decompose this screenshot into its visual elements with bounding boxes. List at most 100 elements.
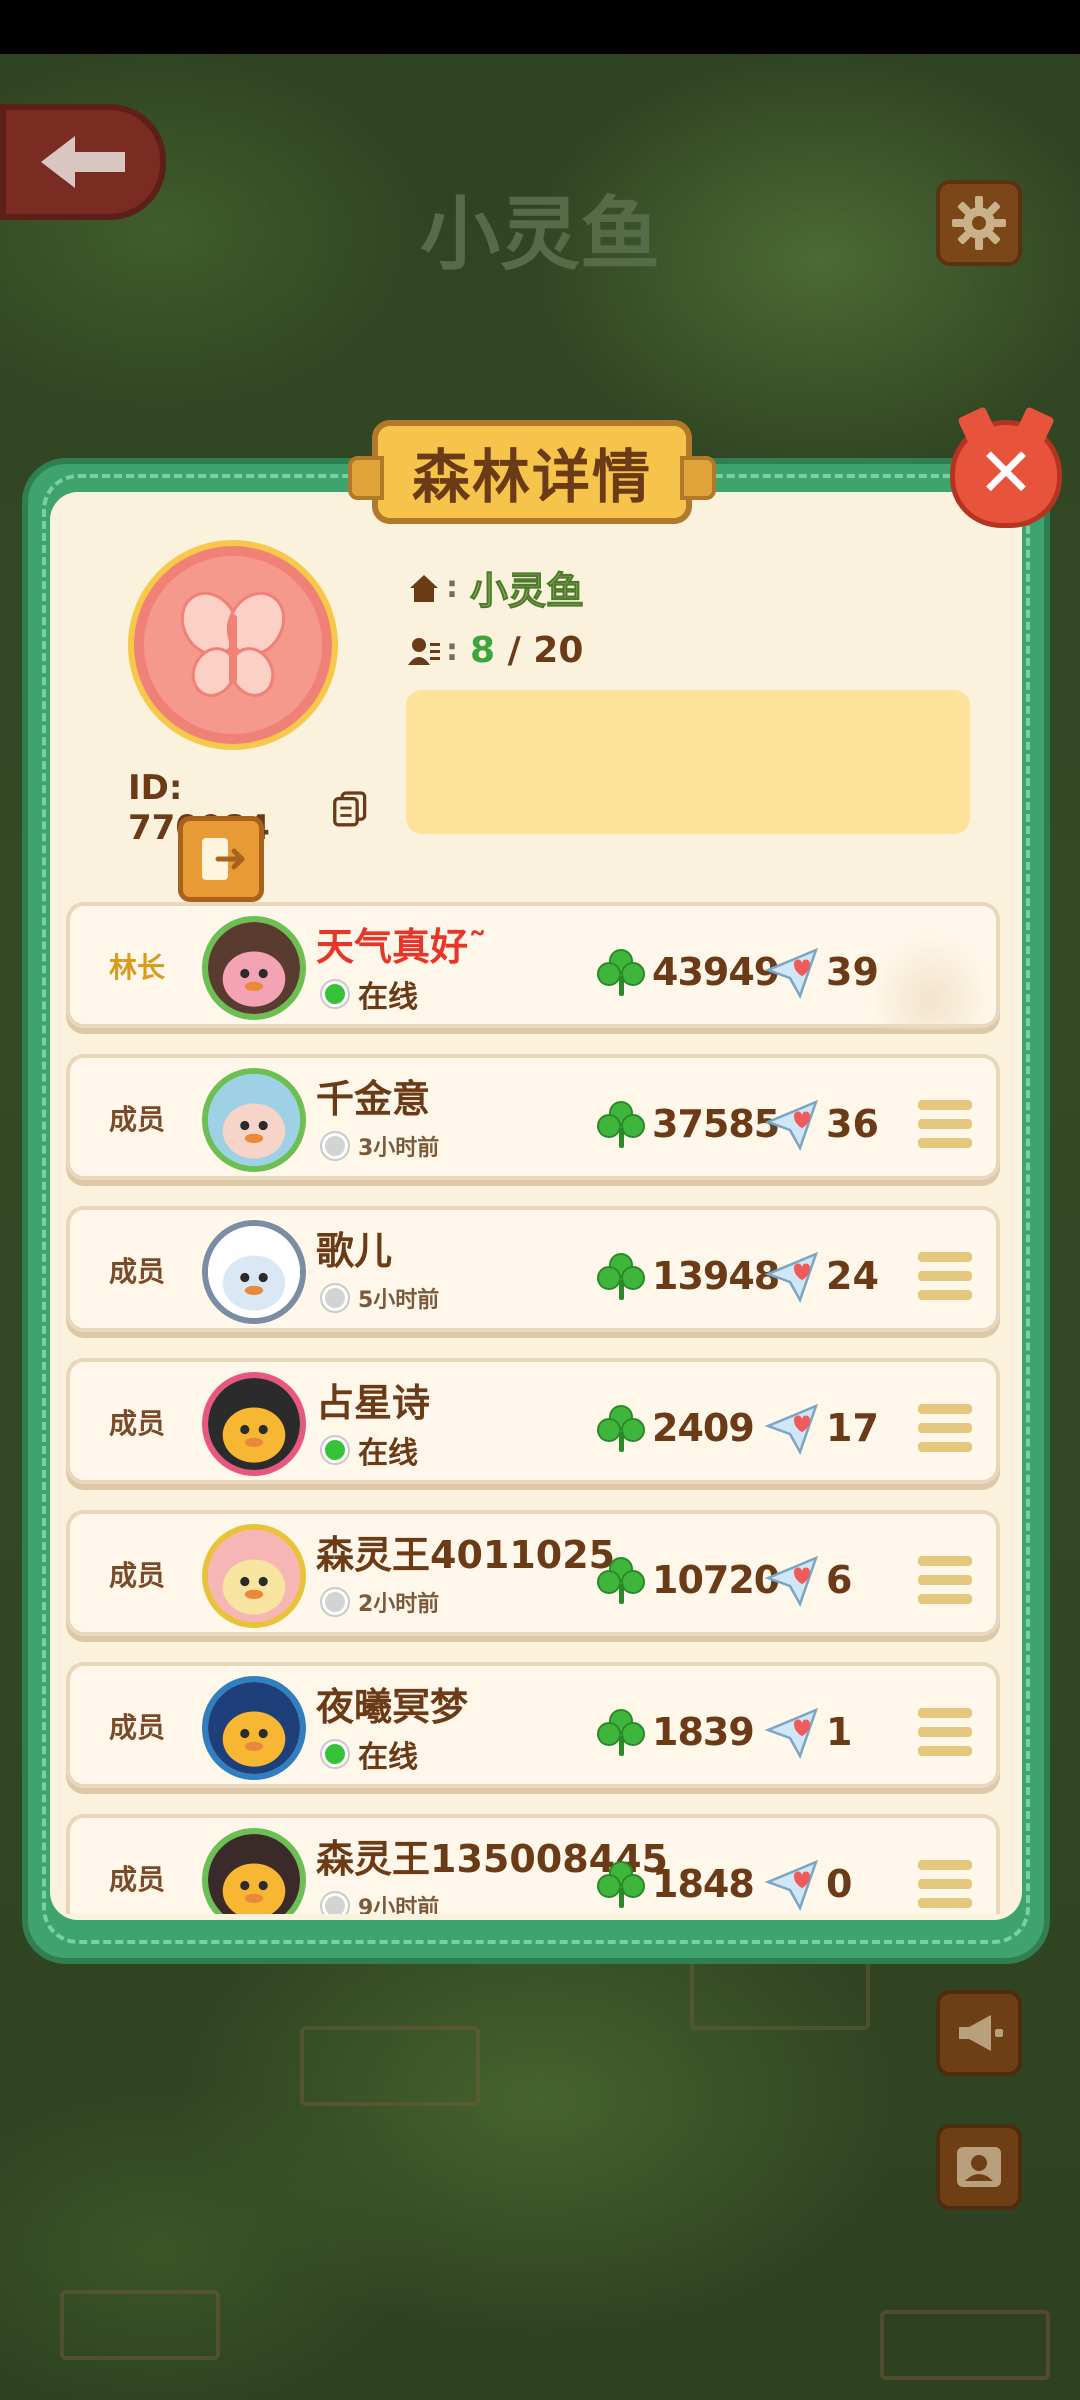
panel-title: 森林详情 bbox=[411, 443, 652, 511]
member-status: 9小时前 bbox=[322, 1890, 439, 1914]
offline-dot-icon bbox=[322, 1285, 348, 1311]
member-row[interactable]: 成员 夜曦冥梦在线 1839 1 bbox=[66, 1662, 1000, 1788]
menu-bar bbox=[918, 1860, 972, 1870]
status-bar bbox=[0, 0, 1080, 54]
settings-button[interactable] bbox=[936, 180, 1022, 266]
member-avatar[interactable] bbox=[202, 1372, 306, 1476]
offline-dot-icon bbox=[322, 1133, 348, 1159]
menu-icon[interactable] bbox=[918, 1100, 972, 1148]
menu-icon[interactable] bbox=[918, 1860, 972, 1908]
paper-plane-heart-icon bbox=[764, 1099, 819, 1152]
close-button[interactable]: ✕ bbox=[950, 420, 1062, 528]
member-row[interactable]: 成员 森灵王135008445 9小时前 1848 0 bbox=[66, 1814, 1000, 1914]
member-row[interactable]: 成员 歌儿 5小时前 13948 24 bbox=[66, 1206, 1000, 1332]
member-status: 5小时前 bbox=[322, 1282, 439, 1314]
clover-icon bbox=[597, 1405, 645, 1452]
paper-plane-heart-icon bbox=[764, 947, 819, 1000]
avatar-image bbox=[208, 1682, 300, 1774]
exit-forest-button[interactable] bbox=[178, 816, 264, 902]
member-name: 千金意 bbox=[316, 1077, 431, 1121]
member-name: 占星诗 bbox=[316, 1381, 431, 1425]
member-gifts: 1 bbox=[826, 1710, 853, 1754]
menu-bar bbox=[918, 1423, 972, 1433]
member-role: 成员 bbox=[108, 1711, 165, 1744]
member-role: 成员 bbox=[108, 1407, 165, 1440]
menu-bar bbox=[918, 1746, 972, 1756]
menu-bar bbox=[918, 1442, 972, 1452]
menu-bar bbox=[918, 1271, 972, 1281]
member-list[interactable]: 林长 天气真好˜ 在线 43949 39 成员 千金意 3小时前 37585 36 成员 歌儿 5小时前… bbox=[66, 902, 1000, 1914]
member-role: 成员 bbox=[108, 1863, 165, 1896]
member-avatar[interactable] bbox=[202, 916, 306, 1020]
menu-bar bbox=[918, 1879, 972, 1889]
contacts-button[interactable] bbox=[936, 2124, 1022, 2210]
member-gifts: 6 bbox=[826, 1558, 853, 1602]
menu-bar bbox=[918, 1556, 972, 1566]
copy-icon[interactable] bbox=[331, 788, 368, 828]
member-row[interactable]: 林长 天气真好˜ 在线 43949 39 bbox=[66, 902, 1000, 1030]
menu-icon[interactable] bbox=[918, 1404, 972, 1452]
member-gifts: 24 bbox=[826, 1254, 879, 1298]
avatar-image bbox=[208, 1834, 300, 1914]
member-score: 1839 bbox=[652, 1710, 755, 1754]
member-status-text: 在线 bbox=[358, 1740, 418, 1775]
menu-icon[interactable] bbox=[918, 1556, 972, 1604]
member-status: 在线 bbox=[322, 972, 418, 1016]
exit-icon bbox=[202, 838, 245, 880]
member-avatar[interactable] bbox=[202, 1676, 306, 1780]
menu-bar bbox=[918, 1575, 972, 1585]
member-row[interactable]: 成员 森灵王4011025 2小时前 10720 6 bbox=[66, 1510, 1000, 1636]
member-role: 成员 bbox=[108, 1103, 165, 1136]
menu-bar bbox=[918, 1594, 972, 1604]
member-avatar[interactable] bbox=[202, 1828, 306, 1914]
paper-plane-heart-icon bbox=[764, 1859, 819, 1912]
game-title: 小灵鱼 bbox=[420, 188, 660, 281]
member-avatar[interactable] bbox=[202, 1524, 306, 1628]
member-score: 2409 bbox=[652, 1406, 755, 1450]
menu-bar bbox=[918, 1404, 972, 1414]
clover-icon bbox=[597, 1557, 645, 1604]
member-status-text: 在线 bbox=[358, 980, 418, 1015]
clover-icon bbox=[597, 1101, 645, 1148]
avatar-image bbox=[208, 1074, 300, 1166]
forest-name: 小灵鱼 bbox=[469, 569, 585, 614]
member-status-text: 在线 bbox=[358, 1436, 418, 1471]
clover-icon bbox=[597, 1861, 645, 1908]
menu-icon[interactable] bbox=[918, 1708, 972, 1756]
forest-announcement-box bbox=[406, 690, 970, 834]
offline-dot-icon bbox=[322, 1893, 348, 1914]
member-status: 在线 bbox=[322, 1732, 418, 1776]
member-score: 1848 bbox=[652, 1862, 755, 1906]
online-dot-icon bbox=[322, 981, 348, 1007]
menu-bar bbox=[918, 1290, 972, 1300]
member-role: 成员 bbox=[108, 1559, 165, 1592]
paper-plane-heart-icon bbox=[764, 1707, 819, 1760]
fence-decoration bbox=[880, 2310, 1050, 2380]
fence-decoration bbox=[690, 1960, 870, 2030]
panel-title-banner: 森林详情 bbox=[348, 420, 716, 524]
menu-icon[interactable] bbox=[918, 1252, 972, 1300]
member-status-text: 9小时前 bbox=[358, 1896, 440, 1914]
member-status: 2小时前 bbox=[322, 1586, 439, 1618]
member-name: 天气真好˜ bbox=[316, 925, 488, 969]
member-name: 歌儿 bbox=[316, 1229, 393, 1273]
clover-icon bbox=[597, 1253, 645, 1300]
online-dot-icon bbox=[322, 1741, 348, 1767]
avatar-image bbox=[208, 1226, 300, 1318]
member-status-text: 2小时前 bbox=[358, 1592, 440, 1617]
announcement-button[interactable] bbox=[936, 1990, 1022, 2076]
clover-icon bbox=[597, 949, 645, 996]
member-name: 夜曦冥梦 bbox=[316, 1685, 469, 1729]
back-button[interactable] bbox=[0, 104, 166, 220]
menu-bar bbox=[918, 1252, 972, 1262]
avatar-image bbox=[208, 922, 300, 1014]
menu-bar bbox=[918, 1727, 972, 1737]
member-avatar[interactable] bbox=[202, 1068, 306, 1172]
contact-card-icon bbox=[957, 2147, 1001, 2187]
member-row[interactable]: 成员 占星诗 在线 2409 17 bbox=[66, 1358, 1000, 1484]
member-count-current: 8 bbox=[470, 630, 496, 671]
megaphone-icon bbox=[959, 2015, 1003, 2051]
member-row[interactable]: 成员 千金意 3小时前 37585 36 bbox=[66, 1054, 1000, 1180]
member-avatar[interactable] bbox=[202, 1220, 306, 1324]
member-score: 10720 bbox=[652, 1558, 780, 1602]
